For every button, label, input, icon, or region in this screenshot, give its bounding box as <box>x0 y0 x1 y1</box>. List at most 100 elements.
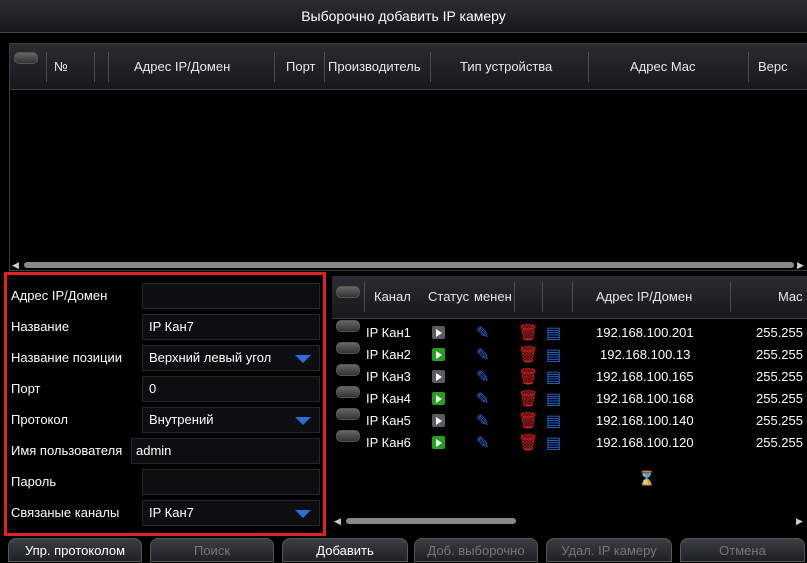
col-channel-ip[interactable]: Адрес IP/Домен <box>596 276 692 318</box>
row-ip: 192.168.100.140 <box>596 413 694 428</box>
row-channel: IP Кан4 <box>366 391 411 406</box>
col-edit[interactable]: менен <box>474 276 512 318</box>
edit-pencil-icon[interactable]: ✎ <box>476 433 489 453</box>
chevron-down-icon[interactable] <box>295 417 311 425</box>
name-input[interactable]: IP Кан7 <box>142 314 320 340</box>
channel-row: Связаные каналы IP Кан7 <box>7 498 323 528</box>
port-row: Порт 0 <box>7 374 323 404</box>
status-offline-icon <box>432 370 445 383</box>
edit-pencil-icon[interactable]: ✎ <box>476 367 489 387</box>
protocol-select[interactable]: Внутрений <box>142 407 320 433</box>
details-note-icon[interactable]: ▤ <box>546 323 561 343</box>
chevron-down-icon[interactable] <box>295 510 311 518</box>
details-note-icon[interactable]: ▤ <box>546 345 561 365</box>
row-ip: 192.168.100.201 <box>596 325 694 340</box>
row-channel: IP Кан6 <box>366 435 411 450</box>
row-mask: 255.255 <box>756 369 803 384</box>
col-manufacturer[interactable]: Производитель <box>328 44 421 89</box>
row-checkbox[interactable] <box>336 386 360 398</box>
protocol-row: Протокол Внутрений <box>7 405 323 435</box>
delete-trash-icon[interactable]: 🗑 <box>518 345 538 365</box>
position-select[interactable]: Верхний левый угол <box>142 345 320 371</box>
edit-pencil-icon[interactable]: ✎ <box>476 323 489 343</box>
delete-trash-icon[interactable]: 🗑 <box>518 433 538 453</box>
protocol-value: Внутрений <box>149 412 214 427</box>
channel-table-header: Канал Статус менен Адрес IP/Домен Mac <box>332 276 807 319</box>
details-note-icon[interactable]: ▤ <box>546 433 561 453</box>
channel-table-scrollbar[interactable] <box>346 518 516 524</box>
edit-pencil-icon[interactable]: ✎ <box>476 345 489 365</box>
delete-trash-icon[interactable]: 🗑 <box>518 389 538 409</box>
status-offline-icon <box>432 414 445 427</box>
col-status[interactable]: Статус <box>428 276 469 318</box>
hourglass-icon: ⌛ <box>638 470 656 486</box>
row-checkbox[interactable] <box>336 342 360 354</box>
chevron-down-icon[interactable] <box>295 355 311 363</box>
details-note-icon[interactable]: ▤ <box>546 367 561 387</box>
select-all-checkbox[interactable] <box>14 52 38 64</box>
search-table-scrollbar[interactable] <box>24 262 794 268</box>
scroll-right-icon[interactable]: ▶ <box>797 260 804 271</box>
search-results-table: № Адрес IP/Домен Порт Производитель Тип … <box>9 43 807 271</box>
col-number[interactable]: № <box>54 44 68 89</box>
row-ip: 192.168.100.165 <box>596 369 694 384</box>
details-note-icon[interactable]: ▤ <box>546 411 561 431</box>
delete-trash-icon[interactable]: 🗑 <box>518 411 538 431</box>
col-device-type[interactable]: Тип устройства <box>460 44 552 89</box>
status-online-icon <box>432 348 445 361</box>
channel-table: Канал Статус менен Адрес IP/Домен Mac IP… <box>332 276 807 534</box>
scroll-left-icon[interactable]: ◀ <box>334 516 341 527</box>
edit-pencil-icon[interactable]: ✎ <box>476 389 489 409</box>
cancel-button[interactable]: Отмена <box>680 538 805 562</box>
delete-camera-button[interactable]: Удал. IP камеру <box>546 538 672 562</box>
password-input[interactable] <box>142 469 320 495</box>
table-row[interactable]: IP Кан6 ✎ 🗑 ▤ 192.168.100.120 255.255 <box>332 430 807 456</box>
scroll-left-icon[interactable]: ◀ <box>12 260 19 271</box>
row-channel: IP Кан2 <box>366 347 411 362</box>
col-channel[interactable]: Канал <box>374 276 411 318</box>
delete-trash-icon[interactable]: 🗑 <box>518 323 538 343</box>
username-row: Имя пользователя admin <box>7 436 323 466</box>
position-value: Верхний левый угол <box>149 350 272 365</box>
batch-add-button[interactable]: Доб. выборочно <box>414 538 538 562</box>
status-online-icon <box>432 436 445 449</box>
channel-select[interactable]: IP Кан7 <box>142 500 320 526</box>
row-checkbox[interactable] <box>336 320 360 332</box>
port-label: Порт <box>11 381 41 396</box>
dialog-title: Выборочно добавить IP камеру <box>0 0 807 33</box>
protocol-manage-button[interactable]: Упр. протоколом <box>8 538 142 562</box>
username-label: Имя пользователя <box>11 443 123 458</box>
ip-input[interactable] <box>142 283 320 309</box>
password-label: Пароль <box>11 474 57 489</box>
scroll-right-icon[interactable]: ▶ <box>796 516 803 527</box>
search-button[interactable]: Поиск <box>150 538 274 562</box>
col-version[interactable]: Верс <box>758 44 788 89</box>
edit-pencil-icon[interactable]: ✎ <box>476 411 489 431</box>
col-mac[interactable]: Адрес Мас <box>630 44 696 89</box>
row-mask: 255.255 <box>756 391 803 406</box>
channel-label: Связаные каналы <box>11 505 120 520</box>
add-button[interactable]: Добавить <box>282 538 408 562</box>
port-input[interactable]: 0 <box>142 376 320 402</box>
col-channel-mask[interactable]: Mac <box>778 276 803 318</box>
row-checkbox[interactable] <box>336 430 360 442</box>
username-input[interactable]: admin <box>131 438 320 464</box>
ip-row: Адрес IP/Домен <box>7 281 323 311</box>
row-ip: 192.168.100.120 <box>596 435 694 450</box>
delete-trash-icon[interactable]: 🗑 <box>518 367 538 387</box>
status-offline-icon <box>432 326 445 339</box>
row-checkbox[interactable] <box>336 364 360 376</box>
col-ip[interactable]: Адрес IP/Домен <box>134 44 230 89</box>
select-all-channels-checkbox[interactable] <box>336 286 360 298</box>
details-note-icon[interactable]: ▤ <box>546 389 561 409</box>
camera-settings-form: Адрес IP/Домен Название IP Кан7 Название… <box>4 272 326 536</box>
row-checkbox[interactable] <box>336 408 360 420</box>
row-channel: IP Кан1 <box>366 325 411 340</box>
protocol-label: Протокол <box>11 412 68 427</box>
row-mask: 255.255 <box>756 413 803 428</box>
position-row: Название позиции Верхний левый угол <box>7 343 323 373</box>
password-row: Пароль <box>7 467 323 497</box>
row-mask: 255.255 <box>756 347 803 362</box>
row-mask: 255.255 <box>756 435 803 450</box>
col-port[interactable]: Порт <box>286 44 315 89</box>
